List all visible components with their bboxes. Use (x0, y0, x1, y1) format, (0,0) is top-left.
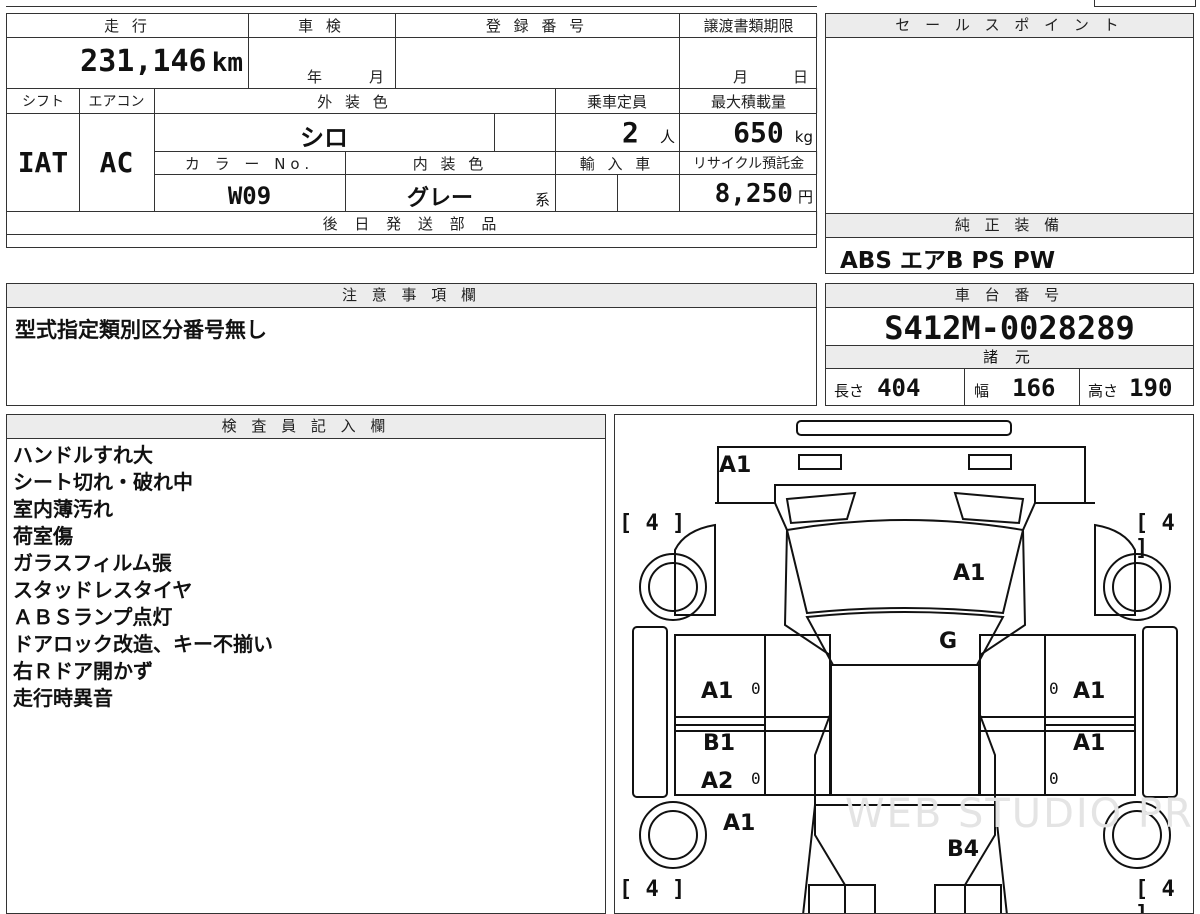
transfer-deadline-header: 譲渡書類期限 (703, 17, 794, 35)
notice-header: 注 意 事 項 欄 (7, 284, 816, 308)
mark-right-rear-zero: 0 (1049, 769, 1059, 788)
tire-right-rear-label: [ 4 ] (1135, 877, 1175, 913)
max-load-number: 650 (733, 116, 784, 149)
interior-color-unit: 系 (535, 191, 551, 209)
mark-left-front-zero: 0 (751, 679, 761, 698)
mileage-number: 231,146 (80, 44, 207, 79)
interior-color-header: 内 装 色 (412, 155, 488, 173)
recycle-deposit-value: 8,250 円 (679, 179, 813, 209)
mark-left-rear-zero: 0 (751, 769, 761, 788)
top-right-fragment (1094, 0, 1196, 7)
mark-front-bumper: A1 (719, 453, 752, 478)
color-number-header: カ ラ ー No. (184, 155, 315, 173)
inspector-box: 検 査 員 記 入 欄 ハンドルすれ大 シート切れ・破れ中 室内薄汚れ 荷室傷 … (6, 414, 606, 914)
mileage-value: 231,146 km (7, 44, 243, 79)
mark-right-rear-door: A1 (1073, 731, 1106, 756)
mark-left-rear-fender: A1 (723, 811, 756, 836)
note-item: ドアロック改造、キー不揃い (13, 632, 273, 656)
mark-roof: B4 (947, 837, 980, 862)
top-border-fragment (6, 0, 817, 7)
tire-left-front-label: [ 4 ] (619, 511, 686, 536)
width-value: 166 (1012, 374, 1056, 402)
chassis-header: 車 台 番 号 (826, 284, 1193, 308)
color-number-value: W09 (227, 182, 272, 210)
note-item: 走行時異音 (13, 686, 113, 710)
length-label: 長さ (834, 382, 865, 400)
transfer-day-label: 日 (793, 68, 809, 86)
note-item: ガラスフィルム張 (13, 551, 172, 575)
vehicle-info-table: 走 行 車 検 登 録 番 号 譲渡書類期限 231,146 km 年 月 月 … (6, 13, 818, 248)
damage-diagram-box: WEB STUDIO PRO [ 4 ] [ 4 ] [ 4 ] [ 4 ] A… (614, 414, 1194, 914)
tire-left-rear-label: [ 4 ] (619, 877, 686, 902)
equipment-box: 純 正 装 備 ABS エアB PS PW (825, 213, 1194, 274)
sales-point-box: セ ー ル ス ポ イ ン ト (825, 13, 1194, 214)
capacity-header: 乗車定員 (586, 93, 647, 111)
mileage-header: 走 行 (104, 17, 151, 35)
transfer-month-label: 月 (733, 68, 749, 86)
note-item: シート切れ・破れ中 (13, 470, 193, 494)
sales-point-header: セ ー ル ス ポ イ ン ト (826, 14, 1193, 38)
ac-header: エアコン (88, 94, 145, 110)
chassis-box: 車 台 番 号 S412M-0028289 諸 元 長さ 404 幅 166 高… (825, 283, 1194, 406)
note-item: ＡＢＳランプ点灯 (13, 605, 173, 629)
later-parts-header: 後 日 発 送 部 品 (322, 215, 503, 233)
height-spec: 高さ 190 (1088, 374, 1172, 402)
recycle-number: 8,250 (714, 179, 793, 209)
mark-left-rear-door-a: A2 (701, 769, 734, 794)
exterior-color-value: シロ (300, 124, 348, 152)
interior-color-value: グレー (406, 186, 473, 211)
inspector-header: 検 査 員 記 入 欄 (7, 415, 605, 439)
height-value: 190 (1129, 374, 1173, 402)
registration-number-header: 登 録 番 号 (485, 17, 589, 35)
import-header: 輸 入 車 (579, 155, 655, 173)
shaken-header: 車 検 (298, 17, 345, 35)
capacity-value: 2 人 (555, 116, 675, 149)
notice-value: 型式指定類別区分番号無し (15, 318, 267, 342)
spec-header: 諸 元 (826, 346, 1193, 369)
max-load-header: 最大積載量 (710, 93, 786, 111)
note-item: 室内薄汚れ (13, 497, 113, 521)
shaken-year-label: 年 (307, 68, 323, 86)
length-value: 404 (877, 374, 921, 402)
capacity-unit: 人 (659, 128, 675, 146)
capacity-number: 2 (622, 116, 639, 149)
note-item: 右Ｒドア開かず (13, 659, 153, 683)
mark-windshield: G (939, 629, 958, 654)
max-load-value: 650 kg (679, 116, 813, 149)
mark-left-rear-door-b: B1 (703, 731, 736, 756)
inspector-notes: ハンドルすれ大 シート切れ・破れ中 室内薄汚れ 荷室傷 ガラスフィルム張 スタッ… (13, 442, 273, 712)
equipment-value: ABS エアB PS PW (840, 248, 1056, 274)
note-item: スタッドレスタイヤ (13, 578, 193, 602)
note-item: ハンドルすれ大 (13, 443, 153, 467)
note-item: 荷室傷 (13, 524, 73, 548)
equipment-header: 純 正 装 備 (826, 214, 1193, 238)
shift-header: シフト (22, 94, 64, 110)
exterior-color-header: 外 装 色 (317, 93, 392, 111)
width-label: 幅 (974, 382, 990, 400)
width-spec: 幅 166 (974, 374, 1055, 402)
mark-bonnet: A1 (953, 561, 986, 586)
ac-value: AC (99, 146, 134, 179)
chassis-number: S412M-0028289 (884, 309, 1135, 347)
mark-right-front-door: A1 (1073, 679, 1106, 704)
notice-box: 注 意 事 項 欄 型式指定類別区分番号無し (6, 283, 817, 406)
car-diagram (632, 420, 1178, 913)
max-load-unit: kg (794, 128, 813, 146)
recycle-unit: 円 (797, 188, 813, 206)
shaken-month-label: 月 (369, 68, 385, 86)
tire-right-front-label: [ 4 ] (1135, 511, 1175, 561)
length-spec: 長さ 404 (834, 374, 920, 402)
shift-value: IAT (17, 146, 69, 179)
mark-right-front-zero: 0 (1049, 679, 1059, 698)
recycle-deposit-header: リサイクル預託金 (692, 156, 805, 172)
mark-left-front-door: A1 (701, 679, 734, 704)
watermark-text: WEB STUDIO PRO (845, 791, 1194, 837)
mileage-unit: km (211, 48, 243, 78)
height-label: 高さ (1088, 382, 1119, 400)
